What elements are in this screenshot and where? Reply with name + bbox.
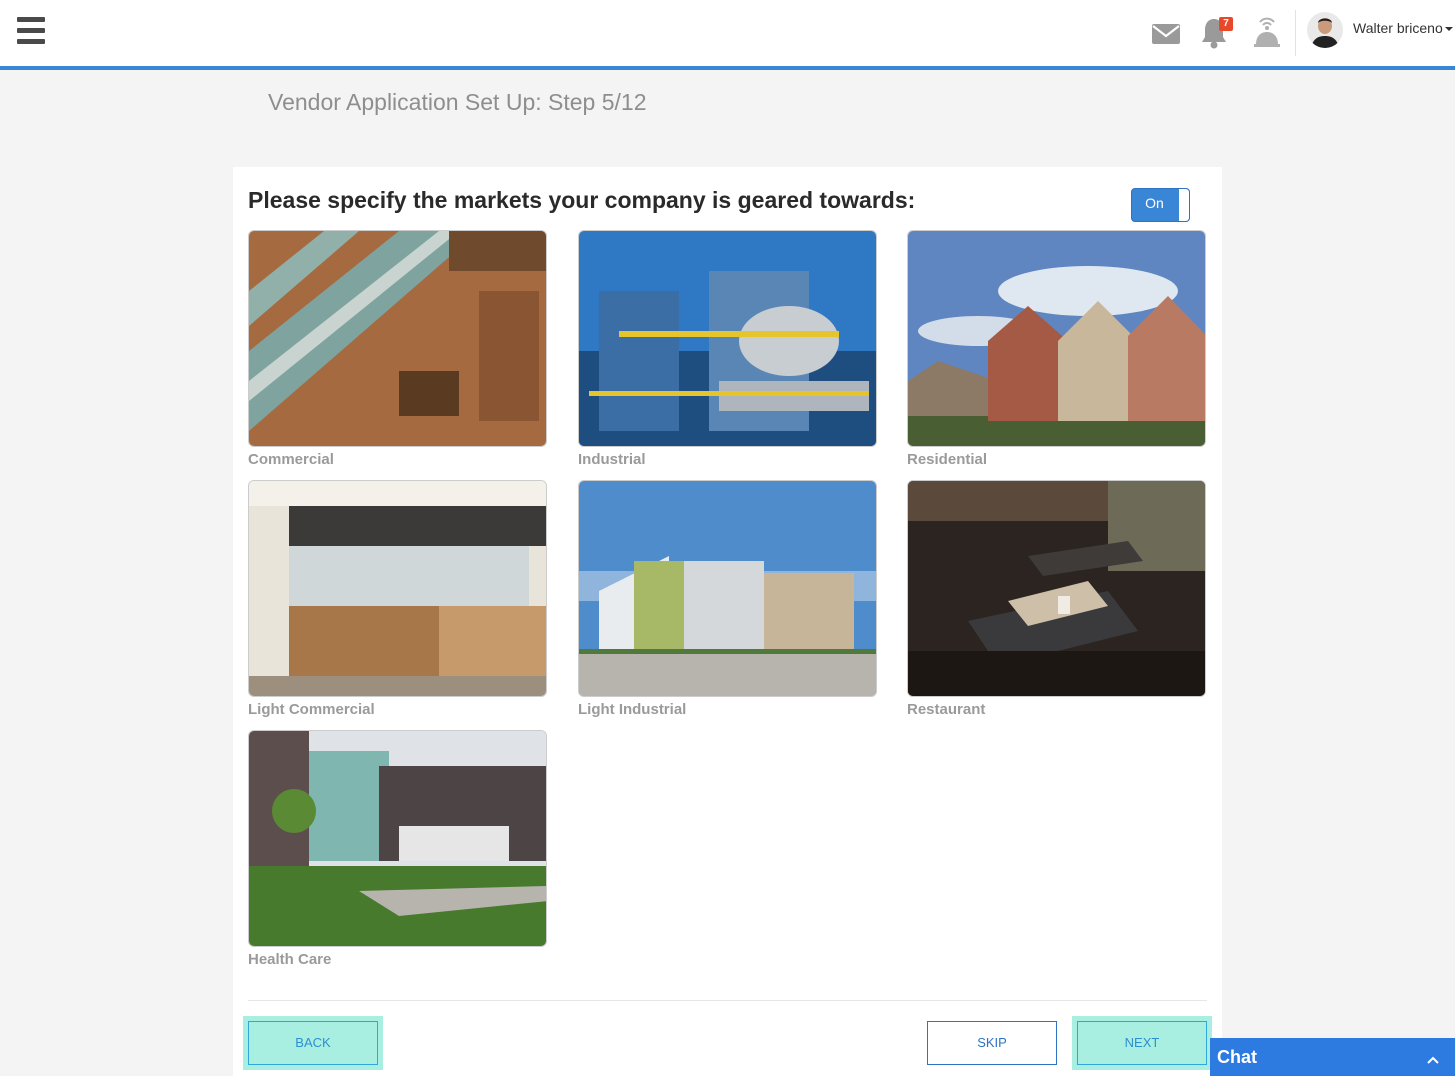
chat-widget[interactable]: Chat <box>1210 1038 1455 1076</box>
toggle-label: On <box>1145 195 1164 211</box>
market-label: Health Care <box>248 951 332 968</box>
market-label: Industrial <box>578 451 646 468</box>
market-tile-restaurant[interactable]: Restaurant <box>907 480 1206 718</box>
market-tile-health-care[interactable]: Health Care <box>248 730 547 968</box>
footer-divider <box>248 1000 1207 1001</box>
menu-icon[interactable] <box>17 17 45 45</box>
markets-question: Please specify the markets your company … <box>248 187 916 213</box>
market-tile-residential[interactable]: Residential <box>907 230 1206 468</box>
mail-icon[interactable] <box>1151 22 1181 51</box>
residential-image <box>907 230 1206 447</box>
page-title: Vendor Application Set Up: Step 5/12 <box>268 89 647 115</box>
chat-title: Chat <box>1217 1047 1257 1067</box>
commercial-image <box>248 230 547 447</box>
notification-badge: 7 <box>1219 17 1233 31</box>
navbar-accent-line <box>0 66 1455 70</box>
nav-divider <box>1295 10 1296 56</box>
next-button[interactable]: NEXT <box>1077 1021 1207 1065</box>
market-tile-light-industrial[interactable]: Light Industrial <box>578 480 877 718</box>
user-menu[interactable]: Walter briceno <box>1353 20 1453 36</box>
market-label: Residential <box>907 451 988 468</box>
restaurant-image <box>907 480 1206 697</box>
market-label: Restaurant <box>907 701 986 718</box>
chevron-up-icon[interactable] <box>1426 1052 1440 1070</box>
industrial-image <box>578 230 877 447</box>
market-tile-commercial[interactable]: Commercial <box>248 230 547 468</box>
markets-toggle[interactable]: On <box>1131 188 1190 222</box>
light-industrial-image <box>578 480 877 697</box>
user-avatar[interactable] <box>1307 12 1343 48</box>
markets-card: Please specify the markets your company … <box>233 167 1222 1076</box>
market-label: Commercial <box>248 451 334 468</box>
market-label: Light Commercial <box>248 701 375 718</box>
top-navbar: 7 Walter briceno <box>0 0 1455 66</box>
toggle-knob <box>1179 189 1189 221</box>
service-bell-icon[interactable] <box>1253 14 1281 53</box>
user-name: Walter briceno <box>1353 20 1443 36</box>
skip-button[interactable]: SKIP <box>927 1021 1057 1065</box>
light-commercial-image <box>248 480 547 697</box>
market-tile-light-commercial[interactable]: Light Commercial <box>248 480 547 718</box>
health-care-image <box>248 730 547 947</box>
market-tile-industrial[interactable]: Industrial <box>578 230 877 468</box>
market-label: Light Industrial <box>578 701 687 718</box>
back-button[interactable]: BACK <box>248 1021 378 1065</box>
caret-down-icon <box>1444 27 1453 32</box>
